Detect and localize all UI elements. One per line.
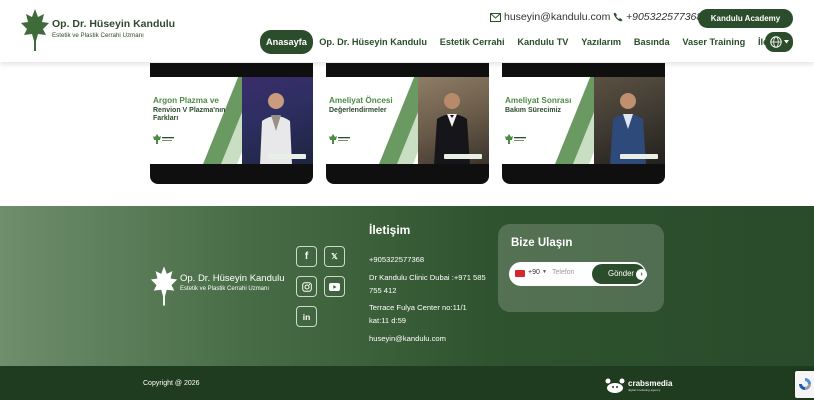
x-link[interactable]: 𝕏: [324, 246, 345, 267]
header-phone[interactable]: +905322577368: [613, 11, 702, 23]
footer-email[interactable]: huseyin@kandulu.com: [369, 333, 487, 346]
youtube-icon: [329, 282, 340, 291]
logo-name: Op. Dr. Hüseyin Kandulu: [52, 18, 176, 30]
video-thumbnail: Ameliyat Sonrası Bakım Sürecimiz: [502, 77, 665, 164]
video-card[interactable]: Ameliyat Öncesi Değerlendirmeler: [326, 63, 489, 184]
site-footer: Op. Dr. Hüseyin Kandulu Estetik ve Plast…: [0, 206, 814, 366]
video-section: Argon Plazma ve Renvion V Plazma'nın Far…: [0, 63, 814, 206]
turkey-flag-icon[interactable]: [515, 270, 525, 277]
youtube-link[interactable]: [324, 276, 345, 297]
arrow-right-icon: ›: [636, 269, 647, 280]
nav-item-home[interactable]: Anasayfa: [260, 30, 313, 54]
video-subtitle: Bakım Sürecimiz: [505, 107, 562, 114]
maple-leaf-icon: [21, 9, 49, 51]
header-email-text: huseyin@kandulu.com: [504, 11, 611, 23]
footer-logo-name: Op. Dr. Hüseyin Kandulu: [180, 273, 285, 284]
main-nav: Anasayfa Op. Dr. Hüseyin Kandulu Estetik…: [260, 30, 796, 54]
logo-subtitle: Estetik ve Plastik Cerrahi Uzmanı: [52, 32, 144, 39]
facebook-link[interactable]: f: [296, 246, 317, 267]
chevron-down-icon: [783, 40, 789, 44]
mini-logo-icon: [153, 134, 174, 144]
phone-input-group: +90 ▼ Telefon Gönder ›: [509, 262, 647, 286]
maple-leaf-icon: [150, 266, 178, 306]
crab-icon: [605, 378, 625, 393]
footer-bottom-bar: Copyright @ 2026 crabsmedia digital mark…: [0, 366, 814, 400]
nav-item-aesthetic-surgery[interactable]: Estetik Cerrahi: [433, 30, 511, 54]
contact-form: Bize Ulaşın +90 ▼ Telefon Gönder ›: [498, 224, 664, 312]
video-title: Ameliyat Öncesi: [329, 96, 393, 105]
video-title: Ameliyat Sonrası: [505, 96, 572, 105]
footer-logo[interactable]: Op. Dr. Hüseyin Kandulu Estetik ve Plast…: [150, 264, 290, 310]
send-button[interactable]: Gönder ›: [592, 264, 647, 284]
doctor-photo: [610, 93, 646, 164]
footer-address-dubai: Dr Kandulu Clinic Dubai :+971 585 755 41…: [369, 273, 486, 295]
nav-item-doctor[interactable]: Op. Dr. Hüseyin Kandulu: [313, 30, 434, 54]
agency-tagline: digital marketing agency: [628, 388, 661, 392]
nav-item-kandulu-tv[interactable]: Kandulu TV: [511, 30, 575, 54]
facebook-icon: f: [304, 251, 309, 262]
phone-input[interactable]: Telefon: [552, 269, 575, 276]
nav-item-press[interactable]: Basında: [627, 30, 676, 54]
header-email[interactable]: huseyin@kandulu.com: [490, 11, 610, 23]
instagram-icon: [301, 281, 312, 292]
nav-item-vaser-training[interactable]: Vaser Training: [676, 30, 752, 54]
site-header: Op. Dr. Hüseyin Kandulu Estetik ve Plast…: [0, 0, 814, 62]
linkedin-icon: in: [302, 311, 311, 322]
doctor-photo: [260, 93, 292, 164]
country-code[interactable]: +90: [528, 269, 540, 276]
video-thumbnail: Argon Plazma ve Renvion V Plazma'nın Far…: [150, 77, 313, 164]
recaptcha-badge[interactable]: [795, 371, 814, 398]
footer-address-istanbul: Terrace Fulya Center no:11/1 kat:11 d:59: [369, 303, 467, 325]
language-selector[interactable]: [765, 32, 793, 52]
nav-item-articles[interactable]: Yazılarım: [575, 30, 628, 54]
academy-button[interactable]: Kandulu Academy: [698, 9, 793, 28]
footer-contact-title: İletişim: [369, 223, 411, 237]
linkedin-link[interactable]: in: [296, 306, 317, 327]
video-title: Argon Plazma ve: [153, 96, 219, 105]
header-phone-text: +905322577368: [626, 11, 703, 23]
chevron-down-icon[interactable]: ▼: [542, 269, 547, 275]
doctor-photo: [434, 93, 470, 164]
globe-icon: [769, 36, 782, 48]
instagram-link[interactable]: [296, 276, 317, 297]
send-button-label: Gönder: [608, 269, 635, 278]
mini-logo-icon: [329, 134, 350, 144]
footer-logo-subtitle: Estetik ve Plastik Cerrahi Uzmanı: [180, 286, 270, 292]
contact-form-title: Bize Ulaşın: [511, 237, 573, 249]
video-subtitle: Renvion V Plazma'nın Farkları: [153, 107, 226, 122]
phone-icon: [613, 12, 623, 22]
video-card[interactable]: Ameliyat Sonrası Bakım Sürecimiz: [502, 63, 665, 184]
video-subtitle: Değerlendirmeler: [329, 107, 387, 114]
agency-logo[interactable]: crabsmedia digital marketing agency: [604, 376, 674, 396]
agency-name: crabsmedia: [628, 379, 673, 388]
footer-phone[interactable]: +905322577368: [369, 254, 487, 267]
recaptcha-icon: [799, 378, 811, 390]
copyright-text: Copyright @ 2026: [143, 380, 200, 387]
site-logo[interactable]: Op. Dr. Hüseyin Kandulu Estetik ve Plast…: [20, 7, 180, 55]
x-icon: 𝕏: [331, 252, 338, 261]
mini-logo-icon: [505, 134, 526, 144]
video-thumbnail: Ameliyat Öncesi Değerlendirmeler: [326, 77, 489, 164]
video-card[interactable]: Argon Plazma ve Renvion V Plazma'nın Far…: [150, 63, 313, 184]
mail-icon: [490, 12, 501, 22]
